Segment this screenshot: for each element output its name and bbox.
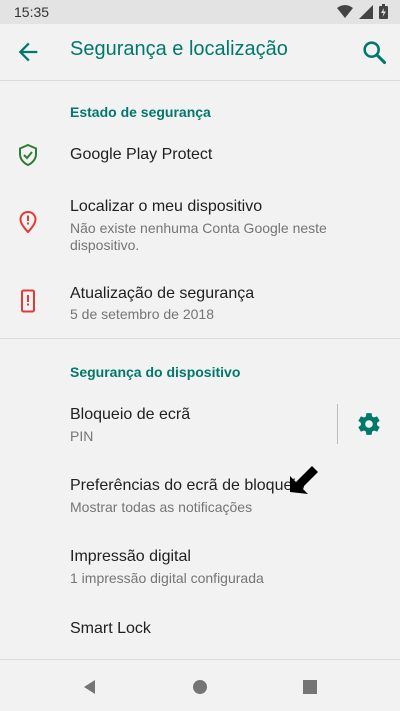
section-divider <box>0 338 400 339</box>
pointer-cursor-icon <box>290 466 318 494</box>
item-title: Localizar o meu dispositivo <box>70 198 263 215</box>
status-time: 15:35 <box>14 4 50 20</box>
status-icons <box>337 4 388 19</box>
item-subtitle: Mostrar todas as notificações <box>70 499 253 515</box>
shield-check-icon <box>19 143 37 167</box>
vertical-divider <box>337 404 338 444</box>
system-nav-bar <box>0 663 400 711</box>
item-subtitle: 5 de setembro de 2018 <box>70 306 214 322</box>
section-header-device-security: Segurança do dispositivo <box>70 364 241 380</box>
list-item-lock-screen-preferences[interactable]: Preferências do ecrã de bloqueio Mostrar… <box>0 466 400 522</box>
page-title: Segurança e localização <box>70 38 288 60</box>
item-title: Preferências do ecrã de bloqueio <box>70 477 305 494</box>
list-item-fingerprint[interactable]: Impressão digital 1 impressão digital co… <box>0 537 400 593</box>
status-bar: 15:35 <box>0 0 400 24</box>
home-circle-icon[interactable] <box>188 675 212 699</box>
gear-icon[interactable] <box>356 411 382 437</box>
search-icon[interactable] <box>360 38 388 66</box>
bottom-divider <box>0 659 400 660</box>
signal-icon <box>359 4 373 19</box>
item-subtitle: PIN <box>70 428 94 444</box>
item-title: Atualização de segurança <box>70 285 255 302</box>
item-title: Bloqueio de ecrã <box>70 406 191 423</box>
wifi-icon <box>337 4 353 18</box>
list-item-smart-lock[interactable]: Smart Lock <box>0 608 400 648</box>
list-item-screen-lock[interactable]: Bloqueio de ecrã PIN <box>0 395 400 451</box>
item-title: Impressão digital <box>70 548 191 565</box>
back-triangle-icon[interactable] <box>78 675 102 699</box>
item-title: Google Play Protect <box>70 146 213 163</box>
location-alert-icon <box>19 210 37 234</box>
arrow-back-icon[interactable] <box>14 38 42 66</box>
list-item-find-my-device[interactable]: Localizar o meu dispositivo Não existe n… <box>0 190 400 260</box>
item-subtitle: Não existe nenhuma Conta Google neste di… <box>70 220 327 253</box>
phone-alert-icon <box>21 289 35 313</box>
list-item-security-update[interactable]: Atualização de segurança 5 de setembro d… <box>0 275 400 325</box>
item-title: Smart Lock <box>70 620 151 637</box>
app-toolbar: Segurança e localização <box>0 24 400 81</box>
item-subtitle: 1 impressão digital configurada <box>70 570 264 586</box>
battery-icon <box>379 4 388 19</box>
list-item-google-play-protect[interactable]: Google Play Protect <box>0 130 400 180</box>
section-header-security-status: Estado de segurança <box>70 104 211 120</box>
recents-square-icon[interactable] <box>298 675 322 699</box>
